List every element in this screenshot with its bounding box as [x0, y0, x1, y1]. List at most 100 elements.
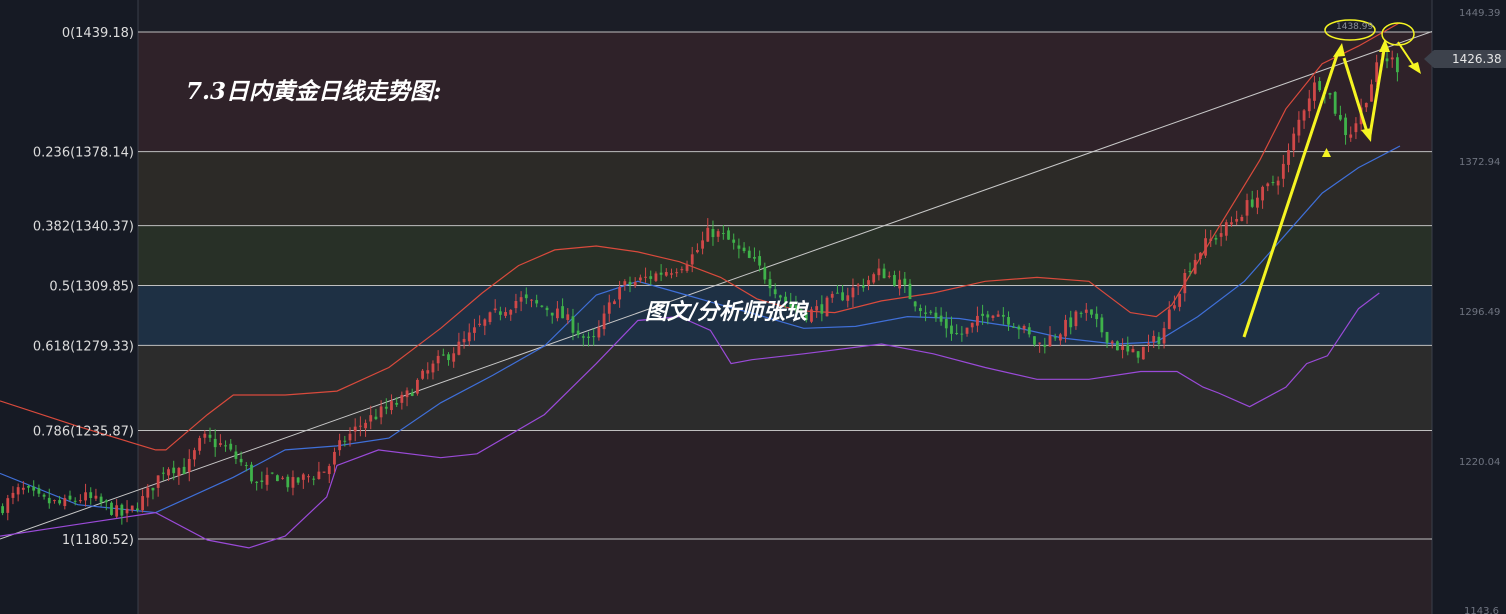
candle-body — [623, 281, 627, 286]
candle — [322, 471, 326, 473]
candle-body — [42, 494, 46, 497]
candle-body — [581, 336, 585, 338]
candle-body — [208, 434, 212, 438]
candle-body — [384, 406, 388, 409]
candle — [276, 474, 279, 482]
candle-body — [970, 322, 974, 328]
candle-body — [944, 318, 948, 329]
candle-body — [1364, 102, 1368, 108]
candle-body — [1318, 81, 1322, 91]
candle-body — [110, 502, 113, 515]
candle — [27, 484, 30, 493]
candle-body — [483, 319, 487, 326]
candle-body — [416, 379, 419, 394]
candle-body — [659, 272, 663, 275]
candle-body — [1224, 222, 1228, 236]
candle-body — [1328, 93, 1332, 95]
candle-body — [1183, 273, 1187, 294]
fib-label-0: 0(1439.18) — [62, 26, 134, 41]
candle-body — [628, 281, 632, 285]
candle-body — [1043, 344, 1047, 347]
candle-body — [358, 425, 362, 427]
tick-label-1296: 1296.49 — [1459, 307, 1500, 318]
candle-body — [146, 487, 150, 498]
candle-body — [327, 466, 331, 475]
candle-body — [550, 312, 554, 316]
candle-body — [462, 338, 466, 343]
candle-body — [1173, 305, 1176, 309]
candle-body — [374, 416, 378, 420]
candle-body — [1271, 182, 1275, 184]
candle-body — [856, 284, 860, 287]
candle-body — [1069, 317, 1073, 328]
candle — [53, 499, 56, 504]
candle-body — [996, 314, 1000, 317]
zone-band-1 — [138, 151, 1432, 226]
candle-body — [820, 304, 824, 314]
candle-body — [37, 488, 41, 494]
candle-body — [545, 307, 549, 311]
candle-body — [436, 355, 440, 364]
candle-body — [369, 415, 373, 422]
candle-body — [68, 495, 72, 500]
candle-body — [1292, 133, 1296, 151]
candle-body — [1193, 259, 1197, 274]
candle — [6, 494, 10, 521]
candle-body — [768, 279, 772, 289]
candle-body — [913, 301, 917, 307]
fib-labels: 0(1439.18) 0.236(1378.14) 0.382(1340.37) 0.… — [33, 26, 134, 548]
candle-body — [1245, 200, 1249, 216]
candle — [68, 490, 72, 502]
candle-body — [1147, 343, 1150, 345]
zone-band-top — [138, 0, 1432, 32]
candle-body — [229, 443, 233, 450]
candle-body — [960, 333, 964, 335]
candle-body — [322, 471, 326, 473]
candle-body — [1178, 293, 1182, 307]
candle-body — [141, 496, 144, 511]
candle-body — [778, 295, 782, 298]
candle-body — [535, 300, 539, 304]
candle-body — [457, 341, 461, 355]
candle-body — [514, 300, 518, 309]
candle-body — [872, 274, 876, 283]
candle-body — [1017, 326, 1021, 330]
candle-body — [893, 275, 896, 286]
candle-body — [1214, 238, 1218, 240]
candle-body — [1053, 337, 1057, 339]
candle — [1116, 340, 1119, 351]
fib-label-5: 0.786(1235.87) — [33, 425, 134, 440]
candle-body — [618, 287, 622, 300]
candle-body — [47, 497, 51, 504]
candle-body — [1198, 252, 1202, 259]
candle-body — [991, 315, 995, 318]
candle-body — [830, 293, 834, 298]
candle-body — [903, 278, 907, 285]
candle-body — [473, 327, 476, 333]
candle-body — [1038, 342, 1042, 344]
candle-body — [592, 336, 596, 338]
candle-body — [810, 309, 813, 322]
candle-body — [1058, 334, 1062, 341]
fib-label-2: 0.382(1340.37) — [33, 220, 134, 235]
zone-band-2 — [138, 225, 1432, 286]
candle-body — [1121, 346, 1124, 350]
candle-body — [333, 451, 336, 465]
candle-body — [597, 327, 601, 338]
candle — [104, 499, 108, 511]
candle-body — [1022, 325, 1026, 330]
candle — [16, 483, 20, 502]
candle-body — [929, 311, 933, 313]
candle-body — [1095, 313, 1099, 320]
candle-body — [395, 402, 399, 405]
candle-body — [244, 465, 248, 467]
candle — [825, 295, 829, 317]
candle-body — [270, 472, 274, 474]
candle-body — [1136, 351, 1140, 358]
candle — [11, 486, 15, 505]
candle-body — [291, 477, 295, 488]
candle-body — [312, 478, 316, 480]
current-price-label: 1426.38 — [1452, 52, 1502, 66]
candle-body — [177, 468, 181, 476]
candle-body — [753, 257, 756, 259]
